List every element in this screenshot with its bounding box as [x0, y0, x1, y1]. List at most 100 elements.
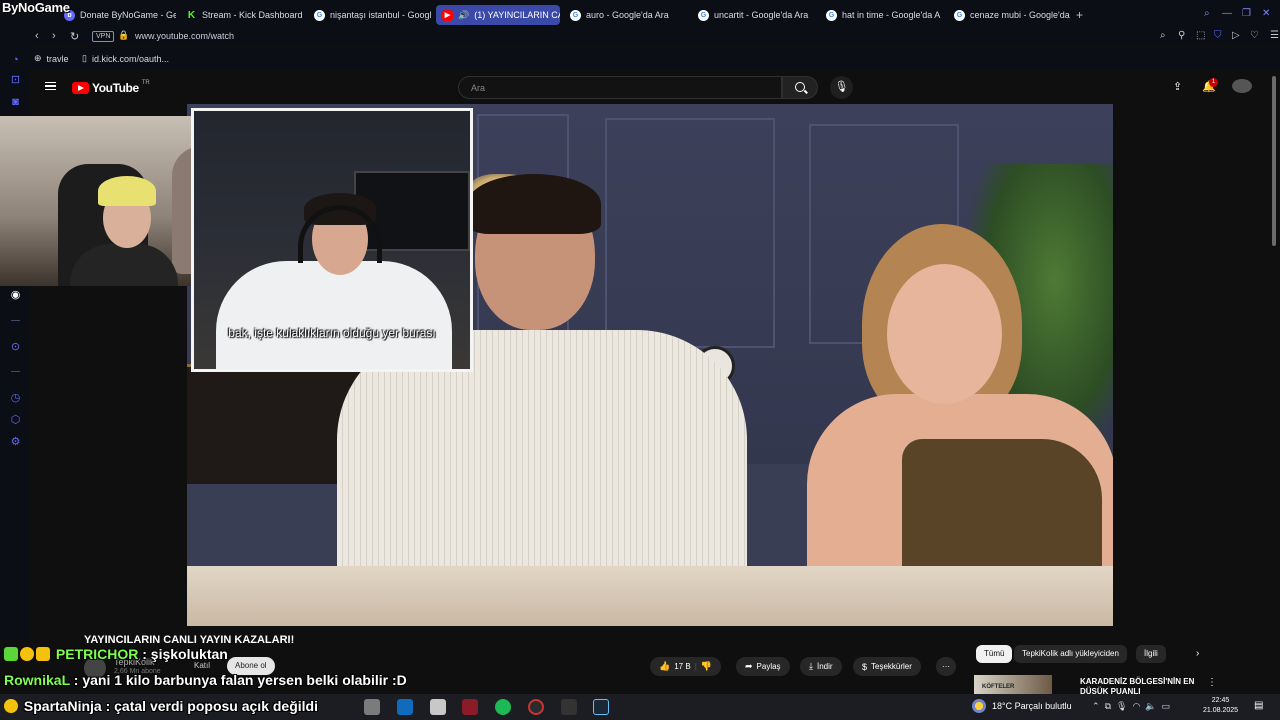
weather-icon	[972, 699, 986, 713]
bookmark-kick-oauth[interactable]: ▯ id.kick.com/oauth...	[82, 53, 169, 64]
taskbar-app-icon[interactable]	[462, 699, 478, 715]
avatar[interactable]	[1232, 79, 1252, 93]
notification-badge: 1	[1209, 78, 1218, 87]
epic-games-icon[interactable]	[561, 699, 577, 715]
chevron-right-icon[interactable]: ›	[1196, 648, 1199, 659]
tab-hat-in-time-search[interactable]: G hat in time - Google'da A	[820, 5, 944, 25]
chat-username: SpartaNinja	[23, 698, 102, 714]
player-icon[interactable]: ⊙	[9, 341, 22, 354]
thumbs-down-icon[interactable]: 👎	[701, 661, 712, 672]
youtube-logo[interactable]: YouTube TR	[72, 80, 150, 95]
minimize-icon[interactable]: —	[1222, 8, 1232, 19]
chip-related[interactable]: İlgili	[1136, 645, 1166, 663]
download-button[interactable]: ⤓ İndir	[800, 657, 842, 676]
page-icon: ▯	[82, 53, 87, 63]
page-scrollbar[interactable]	[1270, 70, 1278, 694]
thanks-button[interactable]: $ Teşekkürler	[853, 657, 921, 676]
hamburger-menu-icon[interactable]	[45, 82, 56, 90]
reload-icon[interactable]: ↻	[70, 30, 79, 43]
chat-username: RownikaL	[4, 672, 70, 688]
zoom-icon[interactable]: ⌕	[1160, 30, 1166, 41]
tab-uncartit-search[interactable]: G uncartit - Google'da Ara	[692, 5, 816, 25]
close-icon[interactable]: ✕	[1262, 8, 1270, 19]
voice-search-button[interactable]: 🎙	[830, 76, 853, 99]
vpn-badge[interactable]: VPN	[92, 31, 115, 42]
search-button[interactable]	[782, 76, 818, 99]
tab-cenaze-mubi-search[interactable]: G cenaze mubi - Google'da	[948, 5, 1072, 25]
reaction-video-overlay: bak, işte kulaklıkların olduğu yer buras…	[191, 108, 473, 372]
play-icon[interactable]: ▷	[1232, 30, 1240, 41]
discord-icon[interactable]: ◉	[9, 289, 22, 302]
weather-widget[interactable]: 18°C Parçalı bulutlu	[972, 699, 1072, 713]
system-tray[interactable]: ⌃ ⧉ 🎙 ◠ 🔈 ▭	[1092, 701, 1170, 712]
outlook-icon[interactable]	[397, 699, 413, 715]
extensions-icon[interactable]: ⬡	[9, 414, 22, 427]
volume-icon[interactable]: 🔈	[1145, 701, 1156, 711]
chevron-up-icon[interactable]: ⌃	[1092, 701, 1100, 711]
battery-icon[interactable]: ▭	[1162, 701, 1171, 711]
lock-icon[interactable]: 🔒	[118, 30, 129, 41]
tab-kick-dashboard[interactable]: K Stream - Kick Dashboard	[180, 5, 304, 25]
mic-icon: 🎙	[834, 81, 849, 93]
shield-icon[interactable]: ⛉	[1214, 30, 1222, 41]
more-actions-button[interactable]: ···	[936, 657, 956, 676]
obs-icon[interactable]	[528, 699, 544, 715]
pin-icon[interactable]: ⚲	[1178, 30, 1185, 41]
forward-icon[interactable]: ›	[52, 30, 56, 42]
scrollbar-thumb[interactable]	[1272, 76, 1276, 246]
back-icon[interactable]: ‹	[35, 30, 39, 42]
notification-center-icon[interactable]: ▤	[1254, 700, 1263, 711]
heart-icon[interactable]: ♡	[1250, 30, 1259, 41]
notepad-icon[interactable]	[430, 699, 446, 715]
tab-donate-bynogame[interactable]: b Donate ByNoGame - Gei	[58, 5, 176, 25]
search-input[interactable]: Ara	[458, 76, 782, 99]
google-icon: G	[826, 9, 837, 21]
speaker-icon[interactable]: 🔊	[458, 10, 469, 21]
wifi-icon[interactable]: ◠	[1132, 701, 1140, 711]
like-button[interactable]: 👍 17 B | 👎	[650, 657, 721, 676]
chat-text: : yani 1 kilo barbunya falan yersen belk…	[69, 672, 407, 688]
url-field[interactable]: www.youtube.com/watch	[135, 31, 234, 41]
screen: ByNoGame b Donate ByNoGame - Gei K Strea…	[0, 0, 1280, 720]
messenger-icon[interactable]: ◙	[9, 96, 22, 109]
chat-text: : şişkoluktan	[138, 646, 228, 662]
thanks-icon: $	[862, 661, 868, 672]
upload-icon[interactable]: ⇪	[1173, 80, 1182, 93]
restore-icon[interactable]: ❐	[1242, 8, 1251, 19]
tab-nisantasi-search[interactable]: G nişantaşı istanbul - Googl	[308, 5, 432, 25]
spotify-icon[interactable]	[495, 699, 511, 715]
chip-all[interactable]: Tümü	[976, 645, 1013, 663]
video-person-woman	[807, 224, 1113, 604]
address-bar: ‹ › ↻ VPN 🔒 www.youtube.com/watch ⌕ ⚲ ⬚ …	[30, 28, 1280, 46]
globe-icon: ⊕	[34, 53, 42, 63]
tab-auro-search[interactable]: G auro - Google'da Ara	[564, 5, 688, 25]
recommended-video[interactable]: KÖFTELER KARADENİZ BÖLGESİ'NİN EN DÜŞÜK …	[974, 675, 1280, 696]
taskbar-app-icon[interactable]	[364, 699, 380, 715]
menu-lines-icon[interactable]: ☰	[1270, 30, 1279, 41]
chat-text: : çatal verdi poposu açık değildi	[101, 698, 318, 714]
steam-icon[interactable]	[593, 699, 609, 715]
network-icon[interactable]: ⧉	[1105, 701, 1111, 711]
chat-badge-icon	[20, 647, 34, 661]
share-button[interactable]: ➦ Paylaş	[736, 657, 790, 676]
search-tabs-icon[interactable]: ⌕	[1204, 8, 1210, 19]
join-button[interactable]: Katıl	[194, 661, 210, 670]
new-tab-button[interactable]: +	[1076, 8, 1083, 22]
taskbar-clock[interactable]: 22:45 21.08.2025	[1203, 696, 1238, 716]
snapshot-icon[interactable]: ⬚	[1196, 30, 1205, 41]
history-icon[interactable]: ◷	[9, 392, 22, 405]
bag-icon[interactable]: ⊡	[9, 74, 22, 87]
more-vert-icon[interactable]: ⋮	[1207, 677, 1217, 688]
bookmark-travle[interactable]: ⊕ travle	[34, 53, 69, 64]
mic-icon[interactable]: 🎙	[1116, 701, 1127, 711]
settings-icon[interactable]: ⚙	[9, 436, 22, 449]
sidebar-divider	[11, 320, 20, 321]
like-divider: |	[694, 662, 697, 671]
search-icon	[795, 82, 805, 92]
youtube-play-icon	[72, 82, 89, 94]
browser-tab-strip: ByNoGame b Donate ByNoGame - Gei K Strea…	[0, 0, 1280, 30]
speed-dial-icon[interactable]: ◔	[9, 54, 22, 67]
tab-youtube-active[interactable]: ▶ 🔊 (1) YAYINCILARIN CAN	[436, 5, 560, 25]
chip-from-uploader[interactable]: TepkiKolik adlı yükleyiciden	[1014, 645, 1127, 663]
brand-watermark: ByNoGame	[2, 0, 70, 15]
